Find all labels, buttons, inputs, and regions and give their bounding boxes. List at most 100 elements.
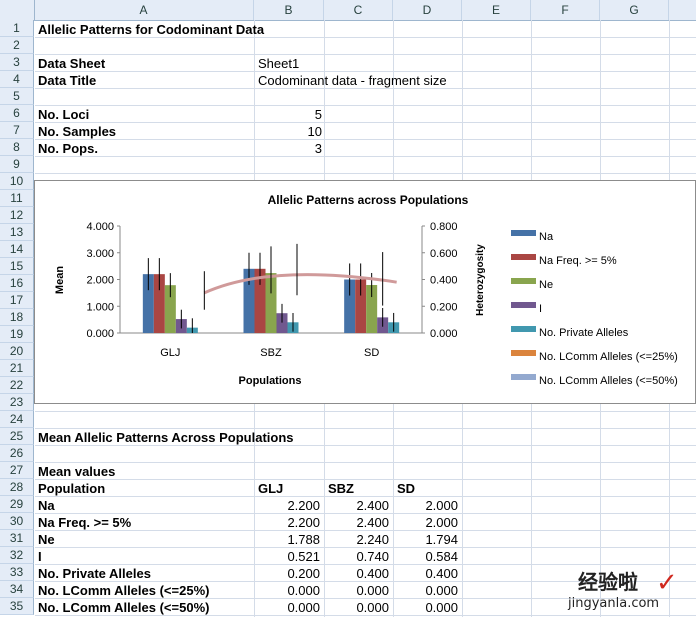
table-row-label[interactable]: No. LComm Alleles (<=50%)	[38, 599, 209, 616]
row-header-12[interactable]: 12	[0, 207, 34, 224]
y-tick-label: 2.000	[86, 275, 114, 287]
legend-swatch	[511, 230, 536, 236]
table-cell-value[interactable]: 0.000	[393, 599, 458, 616]
table-cell-value[interactable]: 0.000	[393, 582, 458, 599]
row-header-19[interactable]: 19	[0, 326, 34, 343]
data-sheet-value[interactable]: Sheet1	[258, 55, 299, 72]
column-header-c[interactable]: C	[324, 0, 393, 20]
row-header-6[interactable]: 6	[0, 105, 34, 122]
row-header-30[interactable]: 30	[0, 513, 34, 530]
samples-label[interactable]: No. Samples	[38, 123, 116, 140]
data-sheet-label[interactable]: Data Sheet	[38, 55, 105, 72]
column-header-e[interactable]: E	[462, 0, 531, 20]
column-header-d[interactable]: D	[393, 0, 462, 20]
row-header-25[interactable]: 25	[0, 428, 34, 445]
table-cell-value[interactable]: 2.240	[324, 531, 389, 548]
row-header-5[interactable]: 5	[0, 88, 34, 105]
row-header-9[interactable]: 9	[0, 156, 34, 173]
column-header-g[interactable]: G	[600, 0, 669, 20]
row-header-1[interactable]: 1	[0, 20, 34, 37]
row-header-18[interactable]: 18	[0, 309, 34, 326]
table-cell-value[interactable]: 2.200	[254, 514, 320, 531]
table-header-pop[interactable]: GLJ	[258, 480, 283, 497]
table-cell-value[interactable]: 2.000	[393, 514, 458, 531]
legend-swatch	[511, 302, 536, 308]
row-gridline	[35, 122, 696, 123]
mean-patterns-title[interactable]: Mean Allelic Patterns Across Populations	[38, 429, 294, 446]
column-header-b[interactable]: B	[254, 0, 324, 20]
row-header-17[interactable]: 17	[0, 292, 34, 309]
table-cell-value[interactable]: 0.521	[254, 548, 320, 565]
table-cell-value[interactable]: 2.400	[324, 497, 389, 514]
row-header-28[interactable]: 28	[0, 479, 34, 496]
row-gridline	[35, 411, 696, 412]
table-cell-value[interactable]: 0.400	[324, 565, 389, 582]
table-cell-value[interactable]: 0.000	[254, 582, 320, 599]
row-header-16[interactable]: 16	[0, 275, 34, 292]
table-cell-value[interactable]: 0.000	[324, 582, 389, 599]
table-cell-value[interactable]: 0.400	[393, 565, 458, 582]
loci-label[interactable]: No. Loci	[38, 106, 89, 123]
pops-label[interactable]: No. Pops.	[38, 140, 98, 157]
samples-value[interactable]: 10	[256, 123, 322, 140]
table-cell-value[interactable]: 1.794	[393, 531, 458, 548]
y-tick-label: 4.000	[86, 221, 114, 233]
row-gridline	[35, 173, 696, 174]
row-header-35[interactable]: 35	[0, 598, 34, 615]
row-gridline	[35, 139, 696, 140]
row-header-32[interactable]: 32	[0, 547, 34, 564]
table-header-population[interactable]: Population	[38, 480, 105, 497]
row-header-14[interactable]: 14	[0, 241, 34, 258]
spreadsheet: ABCDEFG 1 2 3 4 5 6 7 8 9 10 11 12 13 14 15 16 17 18 19 20 2…	[0, 0, 696, 617]
row-header-33[interactable]: 33	[0, 564, 34, 581]
row-header-11[interactable]: 11	[0, 190, 34, 207]
y-tick-label: 0.000	[86, 328, 114, 340]
row-header-10[interactable]: 10	[0, 173, 34, 190]
select-all-corner[interactable]	[0, 0, 35, 20]
table-row-label[interactable]: I	[38, 548, 42, 565]
table-cell-value[interactable]: 0.584	[393, 548, 458, 565]
table-cell-value[interactable]: 0.200	[254, 565, 320, 582]
mean-values-label[interactable]: Mean values	[38, 463, 115, 480]
table-header-pop[interactable]: SBZ	[328, 480, 354, 497]
row-header-24[interactable]: 24	[0, 411, 34, 428]
table-cell-value[interactable]: 2.000	[393, 497, 458, 514]
table-cell-value[interactable]: 0.000	[324, 599, 389, 616]
row-header-31[interactable]: 31	[0, 530, 34, 547]
row-header-21[interactable]: 21	[0, 360, 34, 377]
table-cell-value[interactable]: 2.400	[324, 514, 389, 531]
row-header-13[interactable]: 13	[0, 224, 34, 241]
column-header-a[interactable]: A	[34, 0, 254, 20]
row-header-34[interactable]: 34	[0, 581, 34, 598]
table-row-label[interactable]: Ne	[38, 531, 55, 548]
table-cell-value[interactable]: 2.200	[254, 497, 320, 514]
table-cell-value[interactable]: 0.000	[254, 599, 320, 616]
table-cell-value[interactable]: 1.788	[254, 531, 320, 548]
loci-value[interactable]: 5	[256, 106, 322, 123]
row-header-23[interactable]: 23	[0, 394, 34, 411]
table-cell-value[interactable]: 0.740	[324, 548, 389, 565]
row-header-3[interactable]: 3	[0, 54, 34, 71]
table-header-pop[interactable]: SD	[397, 480, 415, 497]
row-header-8[interactable]: 8	[0, 139, 34, 156]
data-title-value[interactable]: Codominant data - fragment size	[258, 72, 447, 89]
row-header-7[interactable]: 7	[0, 122, 34, 139]
row-header-2[interactable]: 2	[0, 37, 34, 54]
watermark-check: ✓	[656, 568, 678, 598]
row-header-26[interactable]: 26	[0, 445, 34, 462]
table-row-label[interactable]: No. Private Alleles	[38, 565, 151, 582]
row-header-29[interactable]: 29	[0, 496, 34, 513]
row-header-20[interactable]: 20	[0, 343, 34, 360]
row-header-22[interactable]: 22	[0, 377, 34, 394]
row-header-27[interactable]: 27	[0, 462, 34, 479]
row-header-4[interactable]: 4	[0, 71, 34, 88]
row-header-15[interactable]: 15	[0, 258, 34, 275]
chart-object[interactable]: Allelic Patterns across Populations 0.000…	[34, 180, 696, 404]
table-row-label[interactable]: Na	[38, 497, 55, 514]
table-row-label[interactable]: No. LComm Alleles (<=25%)	[38, 582, 209, 599]
sheet-title[interactable]: Allelic Patterns for Codominant Data	[38, 21, 264, 38]
table-row-label[interactable]: Na Freq. >= 5%	[38, 514, 131, 531]
column-header-f[interactable]: F	[531, 0, 600, 20]
data-title-label[interactable]: Data Title	[38, 72, 96, 89]
pops-value[interactable]: 3	[256, 140, 322, 157]
